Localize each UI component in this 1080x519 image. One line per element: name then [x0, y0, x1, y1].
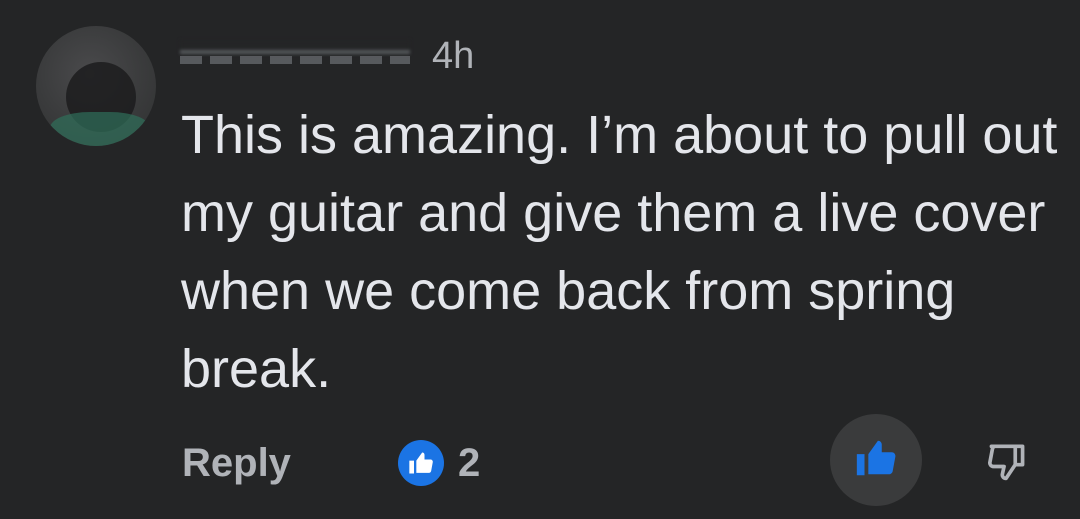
reaction-summary[interactable]: 2: [398, 440, 480, 486]
reply-button[interactable]: Reply: [182, 440, 291, 486]
redaction-bar: [180, 40, 410, 54]
thumbs-up-icon: [398, 440, 444, 486]
comment-text: This is amazing. I’m about to pull out m…: [181, 105, 1058, 399]
avatar-clothing: [50, 112, 150, 146]
thumbs-up-icon: [853, 435, 899, 486]
author-name-redacted[interactable]: [180, 36, 410, 66]
redaction-dashes: [180, 56, 410, 64]
avatar[interactable]: [36, 26, 156, 146]
comment: 4h This is amazing. I’m about to pull ou…: [0, 0, 1080, 519]
dislike-button[interactable]: [980, 436, 1034, 490]
comment-timestamp[interactable]: 4h: [432, 34, 474, 78]
thumbs-down-icon: [985, 439, 1029, 488]
comment-actions: Reply 2: [0, 410, 1080, 510]
like-button[interactable]: [830, 414, 922, 506]
like-count: 2: [458, 440, 481, 485]
